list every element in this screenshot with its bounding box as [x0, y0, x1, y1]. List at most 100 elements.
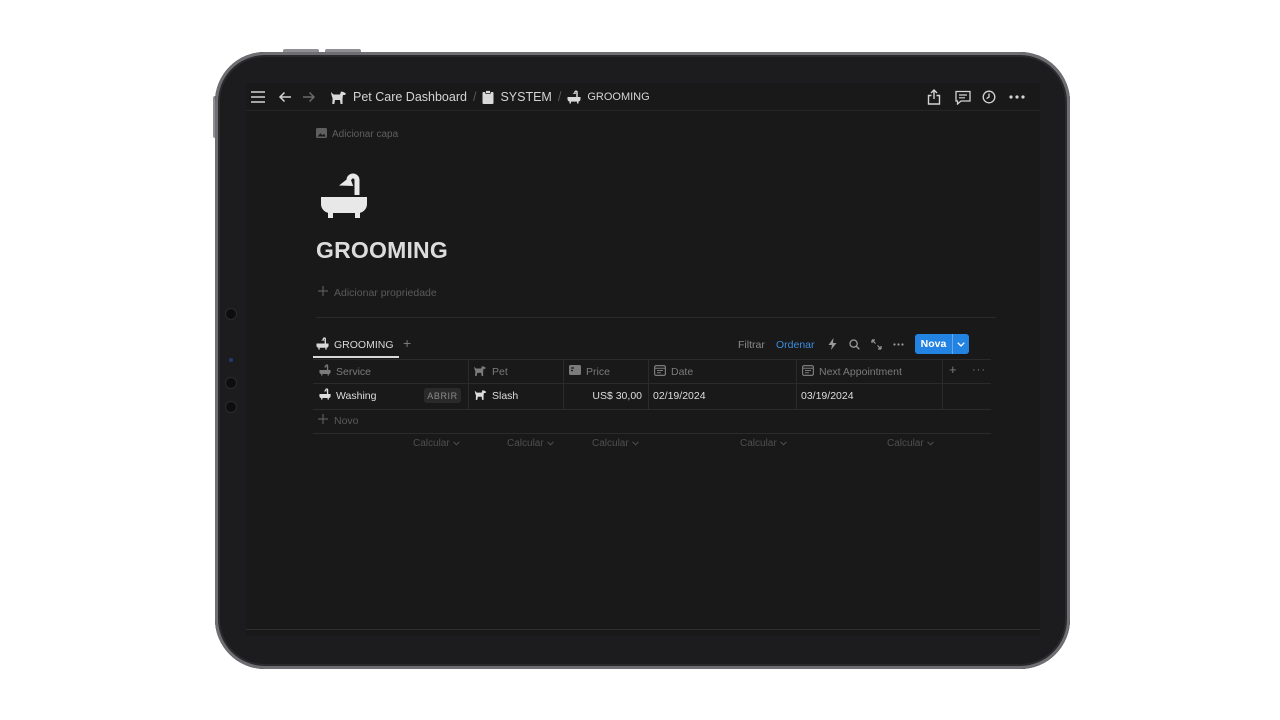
- breadcrumb-item-grooming[interactable]: GROOMING: [587, 91, 649, 103]
- price-icon: [569, 365, 581, 378]
- cell-price[interactable]: US$ 30,00: [563, 388, 642, 403]
- calculate-label: Calcular: [887, 438, 924, 449]
- next-appointment-value: 03/19/2024: [801, 389, 854, 402]
- column-header-price[interactable]: Price: [569, 364, 610, 379]
- chevron-down-icon: [631, 438, 639, 449]
- calculate-service[interactable]: Calcular: [413, 438, 460, 449]
- column-divider: [648, 359, 649, 409]
- history-clock-icon[interactable]: [980, 88, 998, 106]
- cell-service[interactable]: Washing: [319, 388, 376, 403]
- camera-dot: [226, 309, 236, 319]
- bathtub-icon: [319, 364, 331, 379]
- table-border: [313, 383, 991, 384]
- breadcrumb-item-system[interactable]: SYSTEM: [500, 90, 551, 104]
- breadcrumb-separator: /: [472, 90, 477, 104]
- column-header-date[interactable]: Date: [654, 364, 693, 379]
- page-title[interactable]: GROOMING: [316, 237, 448, 264]
- date-value: 02/19/2024: [653, 389, 706, 402]
- bathtub-icon[interactable]: [318, 171, 370, 223]
- clipboard-icon: [482, 90, 494, 104]
- bathtub-icon: [319, 388, 331, 403]
- sensor-dot: [226, 402, 236, 412]
- price-value: US$ 30,00: [592, 389, 642, 402]
- calculate-label: Calcular: [413, 438, 450, 449]
- plus-icon: [318, 286, 328, 299]
- lightning-icon[interactable]: [825, 337, 839, 351]
- bottom-divider: [246, 629, 1040, 630]
- new-row-label: Novo: [334, 414, 359, 427]
- calculate-next-appointment[interactable]: Calcular: [887, 438, 934, 449]
- cell-next-appointment[interactable]: 03/19/2024: [801, 388, 854, 403]
- column-header-label: Date: [671, 365, 694, 378]
- new-entry-button[interactable]: Nova: [915, 334, 969, 354]
- open-row-button[interactable]: ABRIR: [424, 388, 461, 403]
- table-border: [313, 409, 991, 410]
- calculate-price[interactable]: Calcular: [592, 438, 639, 449]
- forward-arrow-icon[interactable]: [300, 88, 318, 106]
- cell-pet[interactable]: Slash: [474, 388, 518, 403]
- column-header-next-appointment[interactable]: Next Appointment: [802, 364, 902, 379]
- column-header-pet[interactable]: Pet: [473, 364, 508, 379]
- add-property-button[interactable]: Adicionar propriedade: [318, 286, 437, 299]
- expand-icon[interactable]: [869, 337, 883, 351]
- sensor-dot: [226, 378, 236, 388]
- column-header-service[interactable]: Service: [319, 364, 371, 379]
- search-icon[interactable]: [847, 337, 861, 351]
- indicator-dot: [229, 358, 233, 362]
- column-divider: [796, 359, 797, 409]
- calculate-pet[interactable]: Calcular: [507, 438, 554, 449]
- app-screen: Pet Care Dashboard / SYSTEM / GROOMING A…: [246, 83, 1040, 636]
- dog-icon: [473, 365, 487, 379]
- breadcrumb-separator: /: [557, 90, 562, 104]
- cell-date[interactable]: 02/19/2024: [653, 388, 706, 403]
- column-header-label: Next Appointment: [819, 365, 902, 378]
- image-icon: [316, 128, 327, 141]
- sort-button[interactable]: Ordenar: [776, 335, 815, 355]
- bathtub-icon: [567, 90, 581, 104]
- filter-button[interactable]: Filtrar: [738, 335, 765, 355]
- column-divider: [468, 359, 469, 409]
- add-property-label: Adicionar propriedade: [334, 286, 437, 299]
- add-cover-link[interactable]: Adicionar capa: [316, 128, 398, 141]
- chevron-down-icon[interactable]: [953, 334, 969, 354]
- active-tab-indicator: [313, 356, 399, 358]
- breadcrumb: Pet Care Dashboard / SYSTEM / GROOMING: [330, 88, 650, 106]
- calculate-label: Calcular: [740, 438, 777, 449]
- column-header-label: Price: [586, 365, 610, 378]
- share-icon[interactable]: [925, 88, 943, 106]
- dog-icon: [474, 389, 487, 403]
- new-row-button[interactable]: Novo: [318, 414, 359, 427]
- chevron-down-icon: [546, 438, 554, 449]
- menu-icon[interactable]: [249, 88, 267, 106]
- calculate-date[interactable]: Calcular: [740, 438, 787, 449]
- chevron-down-icon: [452, 438, 460, 449]
- chevron-down-icon: [926, 438, 934, 449]
- view-tab-grooming[interactable]: GROOMING: [316, 336, 394, 354]
- more-options-icon[interactable]: [891, 337, 905, 351]
- table-border: [313, 359, 991, 360]
- calculate-label: Calcular: [592, 438, 629, 449]
- column-options-button[interactable]: ···: [972, 364, 986, 376]
- column-header-label: Service: [336, 365, 372, 378]
- column-divider: [942, 359, 943, 409]
- calculate-label: Calcular: [507, 438, 544, 449]
- view-tab-label: GROOMING: [334, 339, 394, 351]
- chevron-down-icon: [779, 438, 787, 449]
- bathtub-icon: [316, 337, 329, 353]
- back-arrow-icon[interactable]: [276, 88, 294, 106]
- column-header-label: Pet: [492, 365, 508, 378]
- add-column-button[interactable]: +: [949, 362, 957, 377]
- calendar-icon: [654, 364, 667, 379]
- add-cover-label: Adicionar capa: [332, 129, 399, 140]
- breadcrumb-item-pet-care[interactable]: Pet Care Dashboard: [353, 90, 467, 104]
- top-bar: Pet Care Dashboard / SYSTEM / GROOMING: [246, 83, 1040, 111]
- comment-icon[interactable]: [954, 88, 972, 106]
- new-entry-label[interactable]: Nova: [915, 334, 952, 354]
- divider: [316, 317, 996, 318]
- service-value: Washing: [336, 389, 377, 402]
- calendar-icon: [802, 364, 815, 379]
- plus-icon: [318, 414, 328, 427]
- add-view-button[interactable]: +: [403, 335, 411, 351]
- pet-value: Slash: [492, 389, 519, 402]
- more-options-icon[interactable]: [1008, 88, 1026, 106]
